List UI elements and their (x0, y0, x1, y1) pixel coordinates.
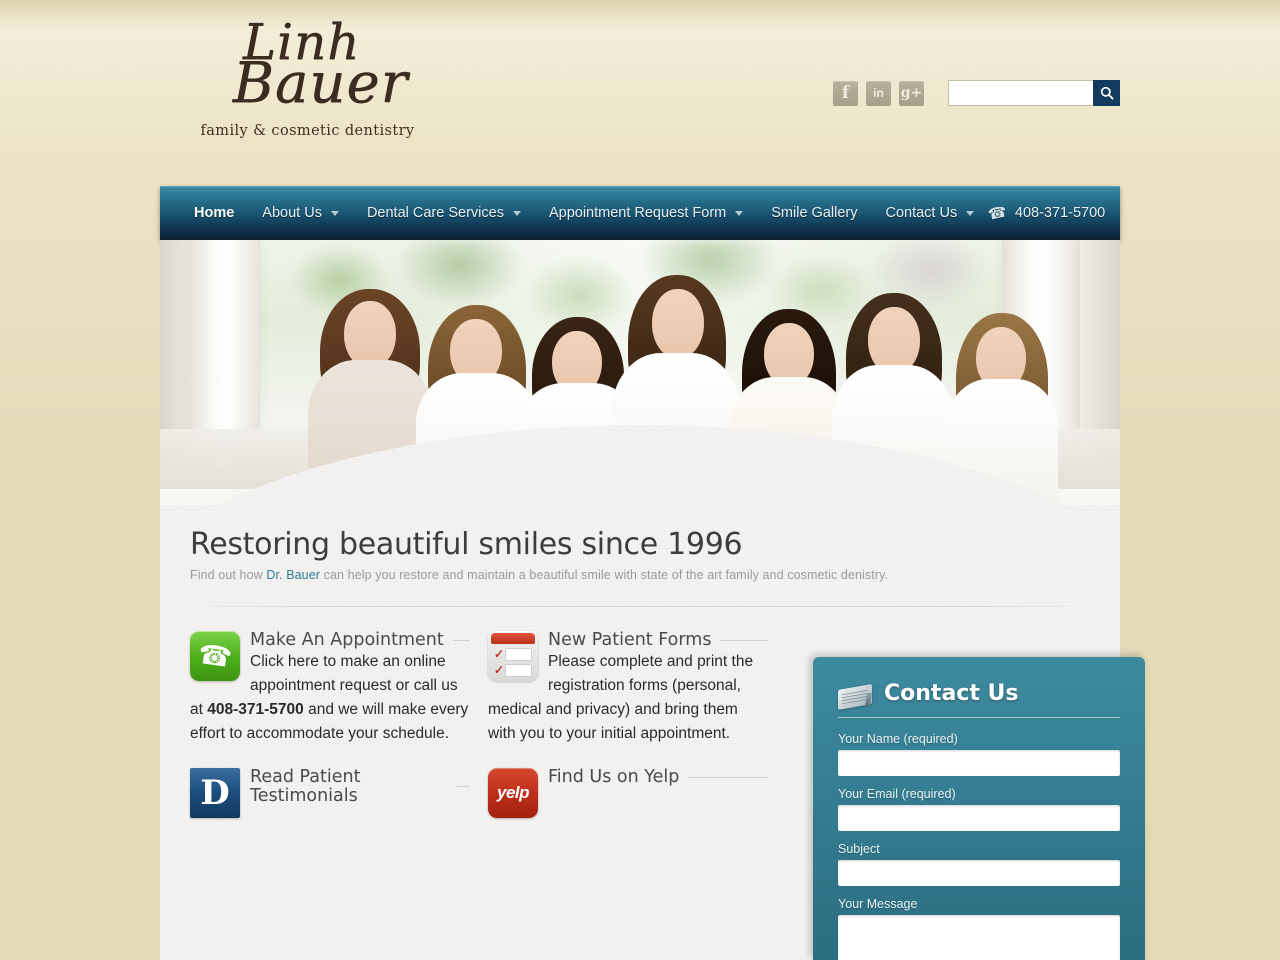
subtitle-text-after: can help you restore and maintain a beau… (320, 568, 889, 582)
yelp-icon[interactable]: yelp (488, 767, 538, 818)
feature-title: Make An Appointment (250, 630, 444, 650)
heading-rule (720, 639, 768, 641)
page-subtitle: Find out how Dr. Bauer can help you rest… (190, 568, 1090, 582)
nav-item-dental-care-services[interactable]: Dental Care Services (353, 186, 535, 240)
main-navigation: Home About Us Dental Care Services Appoi… (160, 186, 1120, 240)
logo-last-name: Bauer (232, 51, 409, 116)
search-button[interactable] (1093, 80, 1120, 106)
subtitle-text-before: Find out how (190, 568, 267, 582)
your-name-input[interactable] (838, 750, 1120, 776)
nav-label: Contact Us (885, 205, 958, 221)
your-email-label: Your Email (required) (838, 787, 956, 801)
nav-item-home[interactable]: Home (180, 186, 248, 240)
feature-phone-number: 408-371-5700 (207, 700, 304, 718)
dr-bauer-link[interactable]: Dr. Bauer (266, 568, 320, 582)
phone-icon[interactable]: ☎ (190, 631, 240, 681)
clipboard-forms-icon[interactable]: ✓ ✓ (488, 631, 538, 681)
search-input[interactable] (948, 80, 1093, 106)
your-message-label: Your Message (838, 897, 918, 911)
demandforce-d-icon[interactable]: D (190, 767, 240, 818)
nav-item-smile-gallery[interactable]: Smile Gallery (757, 186, 871, 240)
logo-tagline: family & cosmetic dentistry (200, 122, 415, 139)
googleplus-icon[interactable]: g+ (899, 80, 924, 106)
chevron-down-icon (512, 210, 521, 216)
your-name-label: Your Name (required) (838, 732, 958, 746)
contact-panel-title: Contact Us (884, 680, 1019, 706)
contact-panel-rule (838, 717, 1120, 718)
contact-us-panel: Contact Us Your Name (required) Your Ema… (813, 657, 1145, 960)
feature-heading[interactable]: Read Patient Testimonials (250, 768, 470, 806)
subject-label: Subject (838, 842, 880, 856)
heading-rule (456, 786, 470, 788)
page-title: Restoring beautiful smiles since 1996 (190, 527, 743, 562)
chevron-down-icon (330, 210, 339, 216)
heading-rule (688, 776, 768, 778)
page-root: Linh Bauer family & cosmetic dentistry f… (0, 0, 1280, 960)
site-logo[interactable]: Linh Bauer family & cosmetic dentistry (200, 17, 415, 167)
feature-title: Find Us on Yelp (548, 766, 680, 787)
hero-banner (160, 240, 1120, 505)
feature-title: New Patient Forms (548, 630, 712, 650)
chevron-down-icon (966, 210, 975, 216)
search-box (948, 80, 1120, 106)
nav-phone-number: 408-371-5700 (1014, 205, 1106, 221)
site-header: Linh Bauer family & cosmetic dentistry f… (0, 0, 1280, 186)
feature-column-right: ✓ ✓ New Patient Forms Please complete an… (488, 631, 768, 844)
nav-item-appointment-request-form[interactable]: Appointment Request Form (535, 186, 757, 240)
hero-photo (160, 240, 1120, 505)
intro-section: Restoring beautiful smiles since 1996 Fi… (160, 505, 1120, 582)
feature-title: Read Patient Testimonials (250, 766, 361, 806)
nav-item-contact-us[interactable]: Contact Us (871, 186, 988, 240)
subject-input[interactable] (838, 860, 1120, 886)
nav-label: Appointment Request Form (548, 205, 727, 221)
nav-label: Dental Care Services (366, 205, 504, 221)
feature-heading[interactable]: Make An Appointment (250, 631, 470, 650)
your-email-input[interactable] (838, 805, 1120, 831)
nav-label: Home (194, 205, 235, 221)
your-message-textarea[interactable] (838, 915, 1120, 960)
nav-item-about-us[interactable]: About Us (248, 186, 353, 240)
feature-make-an-appointment: ☎ Make An Appointment Click here to make… (190, 631, 470, 746)
nav-label: About Us (262, 205, 322, 221)
feature-heading[interactable]: Find Us on Yelp (548, 768, 768, 787)
feature-new-patient-forms: ✓ ✓ New Patient Forms Please complete an… (488, 631, 768, 746)
feature-find-us-on-yelp: yelp Find Us on Yelp (488, 768, 768, 822)
desk-calendar-icon (838, 679, 872, 710)
header-utility-bar: f in g+ (833, 80, 1120, 106)
nav-label: Smile Gallery (771, 205, 858, 221)
feature-column-left: ☎ Make An Appointment Click here to make… (190, 631, 470, 844)
linkedin-icon[interactable]: in (866, 80, 891, 106)
search-icon (1100, 86, 1114, 100)
nav-item-list: Home About Us Dental Care Services Appoi… (160, 186, 988, 240)
feature-read-patient-testimonials: D Read Patient Testimonials (190, 768, 470, 822)
heading-rule (452, 639, 470, 641)
facebook-icon[interactable]: f (833, 80, 858, 106)
logo-script-text: Linh Bauer (200, 17, 415, 116)
feature-heading[interactable]: New Patient Forms (548, 631, 768, 650)
chevron-down-icon (735, 210, 744, 216)
phone-icon: ☎ (986, 203, 1009, 224)
nav-phone-link[interactable]: ☎ 408-371-5700 (986, 203, 1120, 224)
contact-panel-header: Contact Us (838, 679, 1120, 717)
